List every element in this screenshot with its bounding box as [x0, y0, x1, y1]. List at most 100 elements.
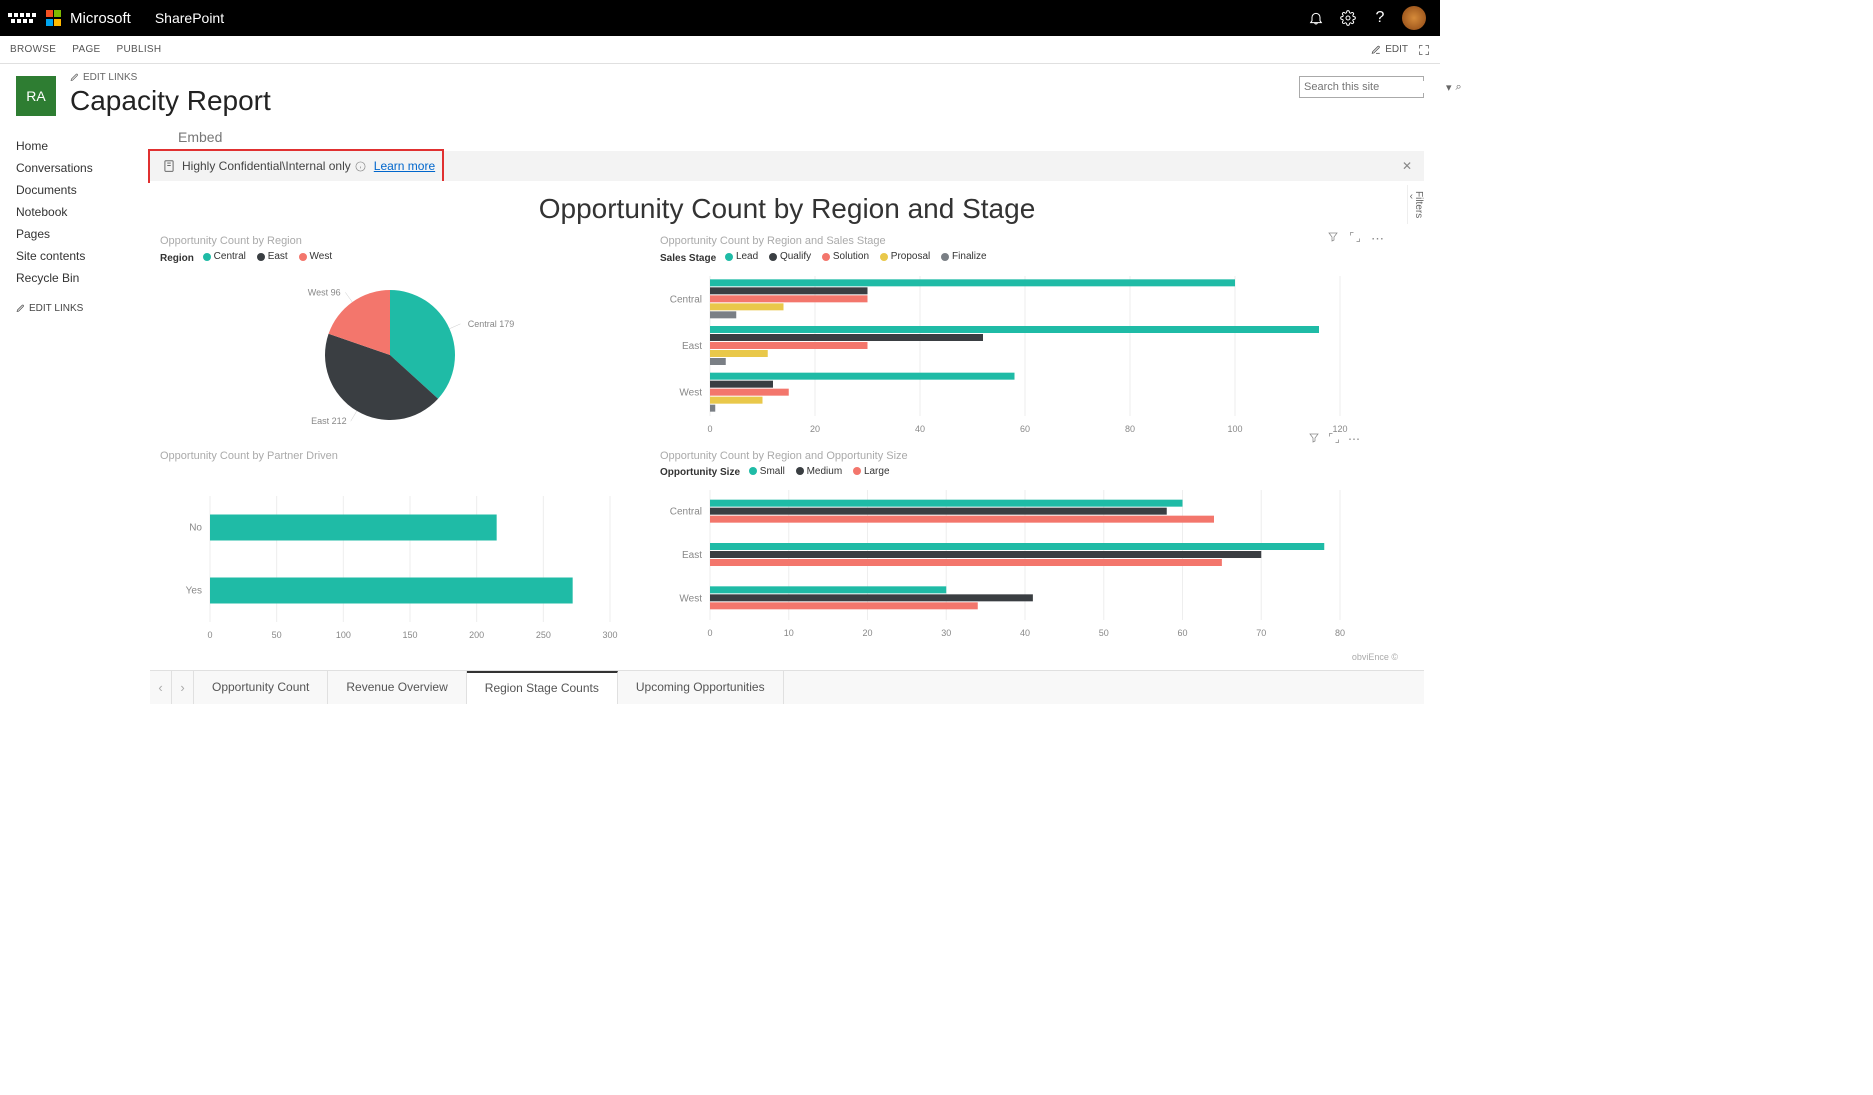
site-logo[interactable]: RA: [16, 76, 56, 116]
opp-size-title: Opportunity Count by Region and Opportun…: [660, 450, 1360, 462]
svg-text:40: 40: [915, 424, 925, 434]
svg-text:60: 60: [1177, 628, 1187, 638]
ribbon-bar: BROWSE PAGE PUBLISH EDIT: [0, 36, 1440, 64]
svg-text:East 212: East 212: [311, 416, 347, 426]
svg-text:East: East: [682, 550, 702, 561]
sales-stage-chart: 020406080100120CentralEastWest: [660, 270, 1350, 440]
more-icon[interactable]: ⋯: [1371, 231, 1384, 247]
microsoft-logo-icon: [46, 10, 62, 26]
notifications-icon[interactable]: [1300, 2, 1332, 34]
tab-nav-next[interactable]: ›: [172, 671, 194, 704]
search-box[interactable]: ▾ ⌕: [1299, 76, 1424, 98]
partner-chart: 0 50 100 150 200 250 300 No Yes: [160, 466, 620, 646]
visual-header-icons-size: ⋯: [1308, 432, 1360, 446]
powerbi-report: Filters Opportunity Count by Region and …: [150, 181, 1424, 741]
nav-conversations[interactable]: Conversations: [16, 157, 150, 179]
svg-text:100: 100: [336, 630, 351, 640]
visual-bar-partner[interactable]: Opportunity Count by Partner Driven 0 50 1…: [160, 450, 640, 646]
user-avatar[interactable]: [1402, 6, 1426, 30]
nav-site-contents[interactable]: Site contents: [16, 245, 150, 267]
pie-title: Opportunity Count by Region: [160, 235, 640, 247]
svg-text:Yes: Yes: [186, 585, 202, 596]
svg-text:100: 100: [1227, 424, 1242, 434]
o365-suite-bar: Microsoft SharePoint ?: [0, 0, 1440, 36]
svg-text:0: 0: [707, 424, 712, 434]
close-sensitivity-button[interactable]: ✕: [1402, 159, 1412, 173]
nav-home[interactable]: Home: [16, 135, 150, 157]
svg-text:150: 150: [402, 630, 417, 640]
filters-panel-toggle[interactable]: Filters: [1407, 185, 1426, 224]
visual-bar-sales-stage[interactable]: Opportunity Count by Region and Sales St…: [660, 235, 1360, 440]
svg-text:West 96: West 96: [308, 287, 341, 297]
svg-text:Central 179: Central 179: [468, 318, 515, 328]
report-page-tabs: ‹ › Opportunity Count Revenue Overview R…: [150, 670, 1424, 704]
sales-stage-legend: Sales Stage Lead Qualify Solution Propos…: [660, 251, 1360, 264]
tab-revenue-overview[interactable]: Revenue Overview: [328, 671, 466, 704]
brand-label: Microsoft: [70, 10, 131, 27]
pie-legend: Region Central East West: [160, 251, 640, 264]
nav-pages[interactable]: Pages: [16, 223, 150, 245]
embed-webpart-label: Embed: [178, 129, 1424, 145]
tab-upcoming-opportunities[interactable]: Upcoming Opportunities: [618, 671, 784, 704]
sensitivity-bar: Highly Confidential\Internal only Learn …: [150, 151, 1424, 181]
svg-text:50: 50: [1099, 628, 1109, 638]
fullscreen-icon[interactable]: [1418, 44, 1430, 56]
svg-text:40: 40: [1020, 628, 1030, 638]
tab-nav-prev[interactable]: ‹: [150, 671, 172, 704]
svg-text:80: 80: [1125, 424, 1135, 434]
svg-text:70: 70: [1256, 628, 1266, 638]
svg-text:Central: Central: [670, 507, 702, 518]
ribbon-tab-page[interactable]: PAGE: [72, 44, 100, 55]
sensitivity-label: Highly Confidential\Internal only: [182, 159, 351, 173]
svg-text:0: 0: [707, 628, 712, 638]
opp-size-chart: 0 10 20 30 40 50 60 70 80 Central East West: [660, 484, 1350, 644]
nav-notebook[interactable]: Notebook: [16, 201, 150, 223]
search-dropdown-icon[interactable]: ▾: [1446, 81, 1452, 94]
search-input[interactable]: [1304, 81, 1446, 93]
left-nav: Home Conversations Documents Notebook Pa…: [0, 117, 150, 741]
visual-bar-opp-size[interactable]: ⋯ Opportunity Count by Region and Opport…: [660, 450, 1360, 646]
tab-region-stage-counts[interactable]: Region Stage Counts: [467, 671, 618, 704]
svg-text:50: 50: [272, 630, 282, 640]
svg-text:20: 20: [810, 424, 820, 434]
svg-text:200: 200: [469, 630, 484, 640]
search-icon[interactable]: ⌕: [1456, 81, 1462, 94]
sales-stage-title: Opportunity Count by Region and Sales St…: [660, 235, 1360, 247]
tab-opportunity-count[interactable]: Opportunity Count: [194, 671, 328, 704]
svg-text:No: No: [189, 522, 202, 533]
svg-text:300: 300: [602, 630, 617, 640]
svg-text:250: 250: [536, 630, 551, 640]
more-icon[interactable]: ⋯: [1348, 432, 1360, 446]
edit-links-nav[interactable]: EDIT LINKS: [16, 303, 150, 314]
svg-text:West: West: [679, 593, 702, 604]
svg-text:10: 10: [784, 628, 794, 638]
main-content: Embed Highly Confidential\Internal only …: [150, 117, 1440, 741]
svg-text:East: East: [682, 341, 702, 352]
report-title: Opportunity Count by Region and Stage: [150, 181, 1424, 231]
partner-title: Opportunity Count by Partner Driven: [160, 450, 640, 462]
app-name-label[interactable]: SharePoint: [155, 10, 224, 26]
svg-text:0: 0: [207, 630, 212, 640]
info-icon[interactable]: [355, 161, 366, 172]
help-icon[interactable]: ?: [1364, 2, 1396, 34]
svg-text:20: 20: [862, 628, 872, 638]
svg-text:West: West: [679, 387, 702, 398]
svg-text:30: 30: [941, 628, 951, 638]
edit-page-button[interactable]: EDIT: [1371, 44, 1408, 55]
sensitivity-icon: [162, 159, 176, 173]
settings-icon[interactable]: [1332, 2, 1364, 34]
nav-documents[interactable]: Documents: [16, 179, 150, 201]
svg-text:Central: Central: [670, 294, 702, 305]
ribbon-tab-browse[interactable]: BROWSE: [10, 44, 56, 55]
visual-pie-region[interactable]: Opportunity Count by Region Region Centr…: [160, 235, 640, 440]
filter-icon[interactable]: [1308, 432, 1320, 446]
opp-size-legend: Opportunity Size Small Medium Large: [660, 466, 1360, 479]
ribbon-tab-publish[interactable]: PUBLISH: [117, 44, 162, 55]
svg-text:80: 80: [1335, 628, 1345, 638]
app-launcher-icon[interactable]: [8, 4, 36, 32]
learn-more-link[interactable]: Learn more: [374, 159, 435, 173]
edit-links-top[interactable]: EDIT LINKS: [70, 72, 271, 83]
page-title: Capacity Report: [70, 85, 271, 117]
focus-icon[interactable]: [1328, 432, 1340, 446]
nav-recycle-bin[interactable]: Recycle Bin: [16, 267, 150, 289]
